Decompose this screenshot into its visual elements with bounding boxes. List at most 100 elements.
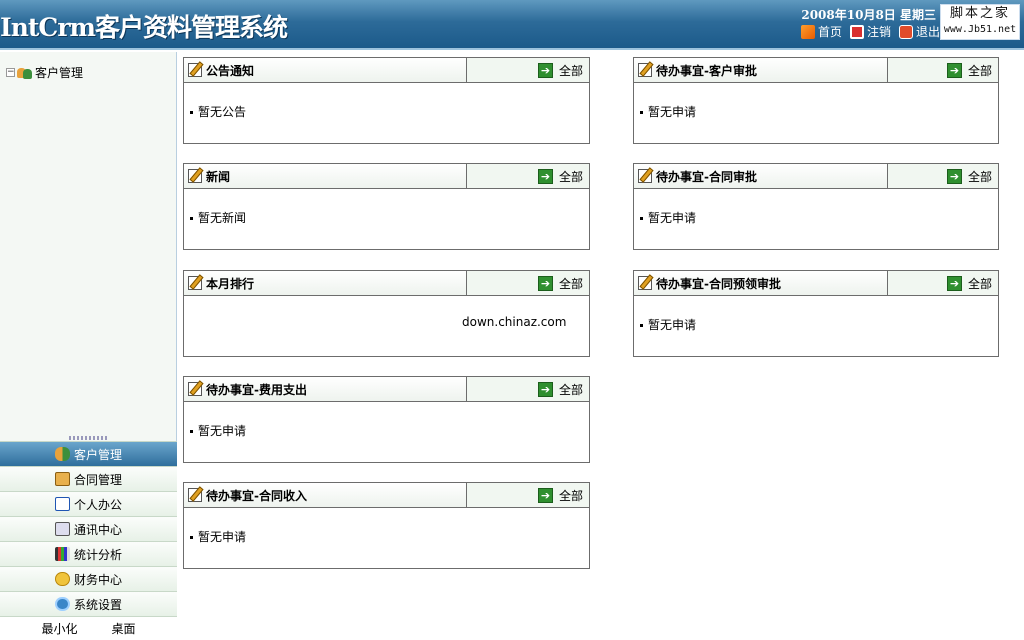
sidebar-footer: 最小化 桌面 [0, 616, 177, 640]
logout-link-label: 注销 [866, 25, 891, 39]
brand-logo[interactable]: 脚本之家 www.Jb51.net [940, 4, 1020, 40]
panel-title-text: 本月排行 [206, 276, 255, 291]
bullet-icon [640, 324, 643, 327]
panel-header: 公告通知 ➔ 全部 [184, 58, 589, 83]
bullet-icon [640, 111, 643, 114]
nav-item-customer[interactable]: 客户管理 [0, 441, 177, 466]
panel-contract-income: 待办事宜-合同收入 ➔ 全部 暂无申请 [183, 482, 590, 569]
panel-title: 待办事宜-合同收入 [184, 483, 467, 507]
view-all-button[interactable]: ➔ 全部 [888, 164, 998, 188]
panel-header: 待办事宜-费用支出 ➔ 全部 [184, 377, 589, 402]
nav-item-contract[interactable]: 合同管理 [0, 466, 177, 491]
panel-announcements: 公告通知 ➔ 全部 暂无公告 [183, 57, 590, 144]
panel-header: 本月排行 ➔ 全部 [184, 271, 589, 296]
edit-icon [188, 488, 202, 502]
panel-header: 待办事宜-客户审批 ➔ 全部 [634, 58, 998, 83]
view-all-button[interactable]: ➔ 全部 [467, 377, 589, 401]
view-all-label: 全部 [967, 276, 992, 291]
panel-empty-text: 暂无申请 [648, 318, 697, 332]
exit-icon [898, 24, 913, 39]
arrow-right-icon: ➔ [537, 168, 553, 184]
panel-empty-text: 暂无公告 [198, 105, 247, 119]
nav-item-label: 合同管理 [73, 472, 122, 487]
view-all-label: 全部 [558, 276, 583, 291]
dashboard: 公告通知 ➔ 全部 暂无公告 待办事宜-客户审批 ➔ 全部 暂无申请 新闻 ➔ … [178, 52, 1024, 637]
edit-icon [188, 63, 202, 77]
brand-url: www.Jb51.net [943, 24, 1017, 35]
nav-item-messaging[interactable]: 通讯中心 [0, 516, 177, 541]
nav-item-settings[interactable]: 系统设置 [0, 591, 177, 616]
view-all-button[interactable]: ➔ 全部 [888, 271, 998, 295]
home-link[interactable]: 首页 [800, 23, 842, 40]
minimize-button[interactable]: 最小化 [41, 620, 77, 637]
view-all-button[interactable]: ➔ 全部 [467, 164, 589, 188]
splitter-grip[interactable] [68, 436, 109, 440]
panel-title: 新闻 [184, 164, 467, 188]
panel-header: 待办事宜-合同收入 ➔ 全部 [184, 483, 589, 508]
panel-body: 暂无申请 [634, 296, 998, 333]
home-icon [800, 24, 815, 39]
panel-title: 待办事宜-合同审批 [634, 164, 888, 188]
panel-empty-text: 暂无新闻 [198, 211, 247, 225]
panel-news: 新闻 ➔ 全部 暂无新闻 [183, 163, 590, 250]
nav-item-label: 个人办公 [73, 497, 122, 512]
view-all-label: 全部 [558, 63, 583, 78]
edit-icon [188, 382, 202, 396]
panel-header: 新闻 ➔ 全部 [184, 164, 589, 189]
bullet-icon [190, 536, 193, 539]
panel-body: 暂无申请 [184, 402, 589, 439]
panel-title: 待办事宜-客户审批 [634, 58, 888, 82]
nav-item-personal-office[interactable]: 个人办公 [0, 491, 177, 516]
view-all-label: 全部 [558, 169, 583, 184]
home-link-label: 首页 [817, 25, 842, 39]
nav-item-label: 客户管理 [73, 447, 122, 462]
nav-item-finance[interactable]: 财务中心 [0, 566, 177, 591]
exit-link[interactable]: 退出 [898, 23, 940, 40]
panel-title-text: 公告通知 [206, 63, 255, 78]
panel-contract-approval: 待办事宜-合同审批 ➔ 全部 暂无申请 [633, 163, 999, 250]
users-icon [54, 447, 70, 461]
edit-icon [638, 276, 652, 290]
panel-expense: 待办事宜-费用支出 ➔ 全部 暂无申请 [183, 376, 590, 463]
view-all-button[interactable]: ➔ 全部 [888, 58, 998, 82]
bullet-icon [190, 111, 193, 114]
bullet-icon [190, 430, 193, 433]
panel-body: 暂无公告 [184, 83, 589, 120]
mail-icon [54, 522, 70, 536]
tree-node-customer[interactable]: − 客户管理 [6, 64, 83, 81]
panel-body: 暂无申请 [184, 508, 589, 545]
bullet-icon [640, 217, 643, 220]
nav-item-statistics[interactable]: 统计分析 [0, 541, 177, 566]
view-all-button[interactable]: ➔ 全部 [467, 58, 589, 82]
arrow-right-icon: ➔ [946, 275, 962, 291]
logout-link[interactable]: 注销 [849, 23, 891, 40]
tree-collapse-icon[interactable]: − [6, 68, 15, 77]
desktop-button[interactable]: 桌面 [112, 620, 136, 637]
header-links: 首页 注销 退出 [800, 23, 940, 40]
nav-item-label: 统计分析 [73, 547, 122, 562]
header-bar: IntCrm客户资料管理系统 2008年10月8日 星期三 首页 注销 退出 脚… [0, 0, 1024, 50]
contract-icon [54, 472, 70, 486]
panel-empty-text: 暂无申请 [198, 424, 247, 438]
view-all-button[interactable]: ➔ 全部 [467, 483, 589, 507]
panel-empty-text: 暂无申请 [198, 530, 247, 544]
coins-icon [54, 572, 70, 586]
panel-monthly-ranking: 本月排行 ➔ 全部 down.chinaz.com [183, 270, 590, 357]
panel-body: 暂无新闻 [184, 189, 589, 226]
watermark-text: down.chinaz.com [462, 315, 567, 329]
panel-title: 本月排行 [184, 271, 467, 295]
panel-title: 待办事宜-费用支出 [184, 377, 467, 401]
edit-icon [188, 276, 202, 290]
view-all-label: 全部 [558, 488, 583, 503]
panel-title-text: 待办事宜-合同预领审批 [656, 276, 781, 291]
users-icon [17, 66, 33, 80]
panel-body: 暂无申请 [634, 189, 998, 226]
edit-icon [638, 63, 652, 77]
view-all-button[interactable]: ➔ 全部 [467, 271, 589, 295]
logout-icon [849, 24, 864, 39]
arrow-right-icon: ➔ [537, 62, 553, 78]
tree-node-label[interactable]: 客户管理 [35, 64, 83, 81]
bar-chart-icon [54, 547, 70, 561]
panel-title-text: 待办事宜-合同收入 [206, 488, 307, 503]
arrow-right-icon: ➔ [537, 381, 553, 397]
